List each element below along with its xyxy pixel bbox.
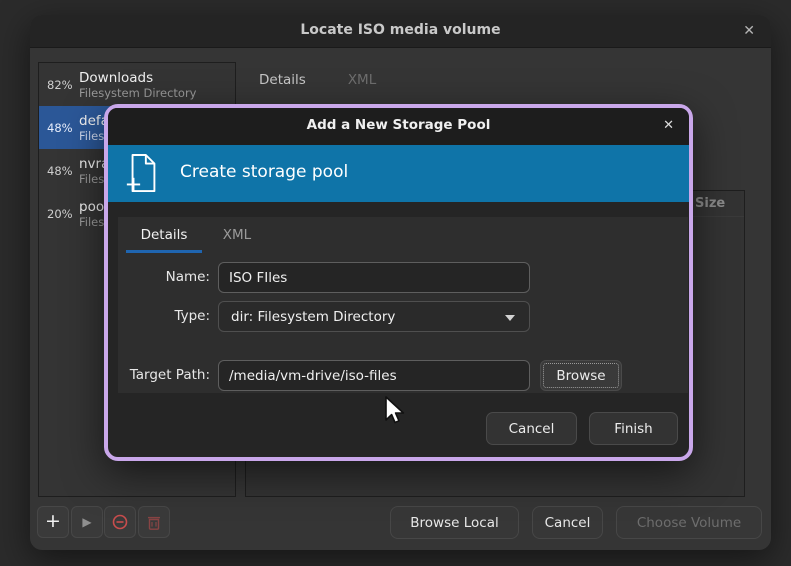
- dialog-tab-xml[interactable]: XML: [210, 217, 264, 253]
- pool-usage-percent: 48%: [39, 164, 73, 178]
- delete-pool-button[interactable]: [138, 506, 170, 538]
- window-titlebar: Locate ISO media volume ✕: [30, 15, 771, 48]
- size-column-header: Size: [695, 196, 725, 211]
- dialog-cancel-button[interactable]: Cancel: [486, 412, 577, 445]
- window-title: Locate ISO media volume: [30, 22, 771, 38]
- window-close-icon[interactable]: ✕: [743, 22, 755, 40]
- dialog-title: Add a New Storage Pool: [108, 117, 689, 133]
- dialog-titlebar: Add a New Storage Pool ✕: [108, 108, 689, 145]
- dialog-tabs: Details XML: [126, 217, 264, 253]
- pool-name: Downloads: [79, 70, 196, 86]
- pool-detail-tabs: Details XML: [245, 67, 390, 97]
- dialog-close-icon[interactable]: ✕: [663, 117, 674, 135]
- tab-details[interactable]: Details: [245, 67, 320, 97]
- browse-button[interactable]: Browse: [540, 360, 622, 391]
- add-pool-button[interactable]: +: [37, 506, 69, 538]
- name-label: Name:: [118, 262, 210, 293]
- start-pool-button[interactable]: ▶: [71, 506, 103, 538]
- stop-icon: [111, 513, 129, 531]
- browse-local-label: Browse Local: [410, 515, 498, 531]
- dialog-form-panel: Details XML Name: Type: dir: Filesystem …: [118, 217, 688, 393]
- dialog-tab-details[interactable]: Details: [126, 217, 202, 253]
- mouse-cursor: [383, 396, 409, 430]
- dialog-finish-label: Finish: [614, 421, 652, 437]
- pool-row-downloads[interactable]: 82% Downloads Filesystem Directory: [39, 63, 235, 106]
- tab-xml[interactable]: XML: [334, 67, 390, 97]
- chevron-down-icon: [505, 315, 515, 321]
- pool-usage-percent: 82%: [39, 78, 73, 92]
- play-icon: ▶: [82, 515, 91, 529]
- choose-volume-label: Choose Volume: [637, 515, 741, 531]
- pool-type: Filesystem Directory: [79, 86, 196, 100]
- browse-local-button[interactable]: Browse Local: [390, 506, 519, 539]
- pool-usage-percent: 48%: [39, 121, 73, 135]
- target-path-label: Target Path:: [118, 360, 210, 391]
- create-pool-banner: Create storage pool: [108, 145, 689, 202]
- dialog-cancel-label: Cancel: [509, 421, 555, 437]
- trash-icon: [146, 514, 162, 531]
- cancel-button[interactable]: Cancel: [532, 506, 603, 539]
- target-path-input[interactable]: [218, 360, 530, 391]
- banner-title: Create storage pool: [180, 162, 348, 182]
- dialog-finish-button[interactable]: Finish: [589, 412, 678, 445]
- cancel-label: Cancel: [545, 515, 591, 531]
- new-document-icon: [124, 152, 162, 200]
- pool-usage-percent: 20%: [39, 207, 73, 221]
- type-dropdown-value: dir: Filesystem Directory: [231, 309, 395, 325]
- stop-pool-button[interactable]: [104, 506, 136, 538]
- name-input[interactable]: [218, 262, 530, 293]
- type-dropdown[interactable]: dir: Filesystem Directory: [218, 301, 530, 332]
- plus-icon: +: [45, 512, 61, 531]
- choose-volume-button: Choose Volume: [616, 506, 762, 539]
- browse-label: Browse: [556, 368, 605, 384]
- type-label: Type:: [118, 301, 210, 332]
